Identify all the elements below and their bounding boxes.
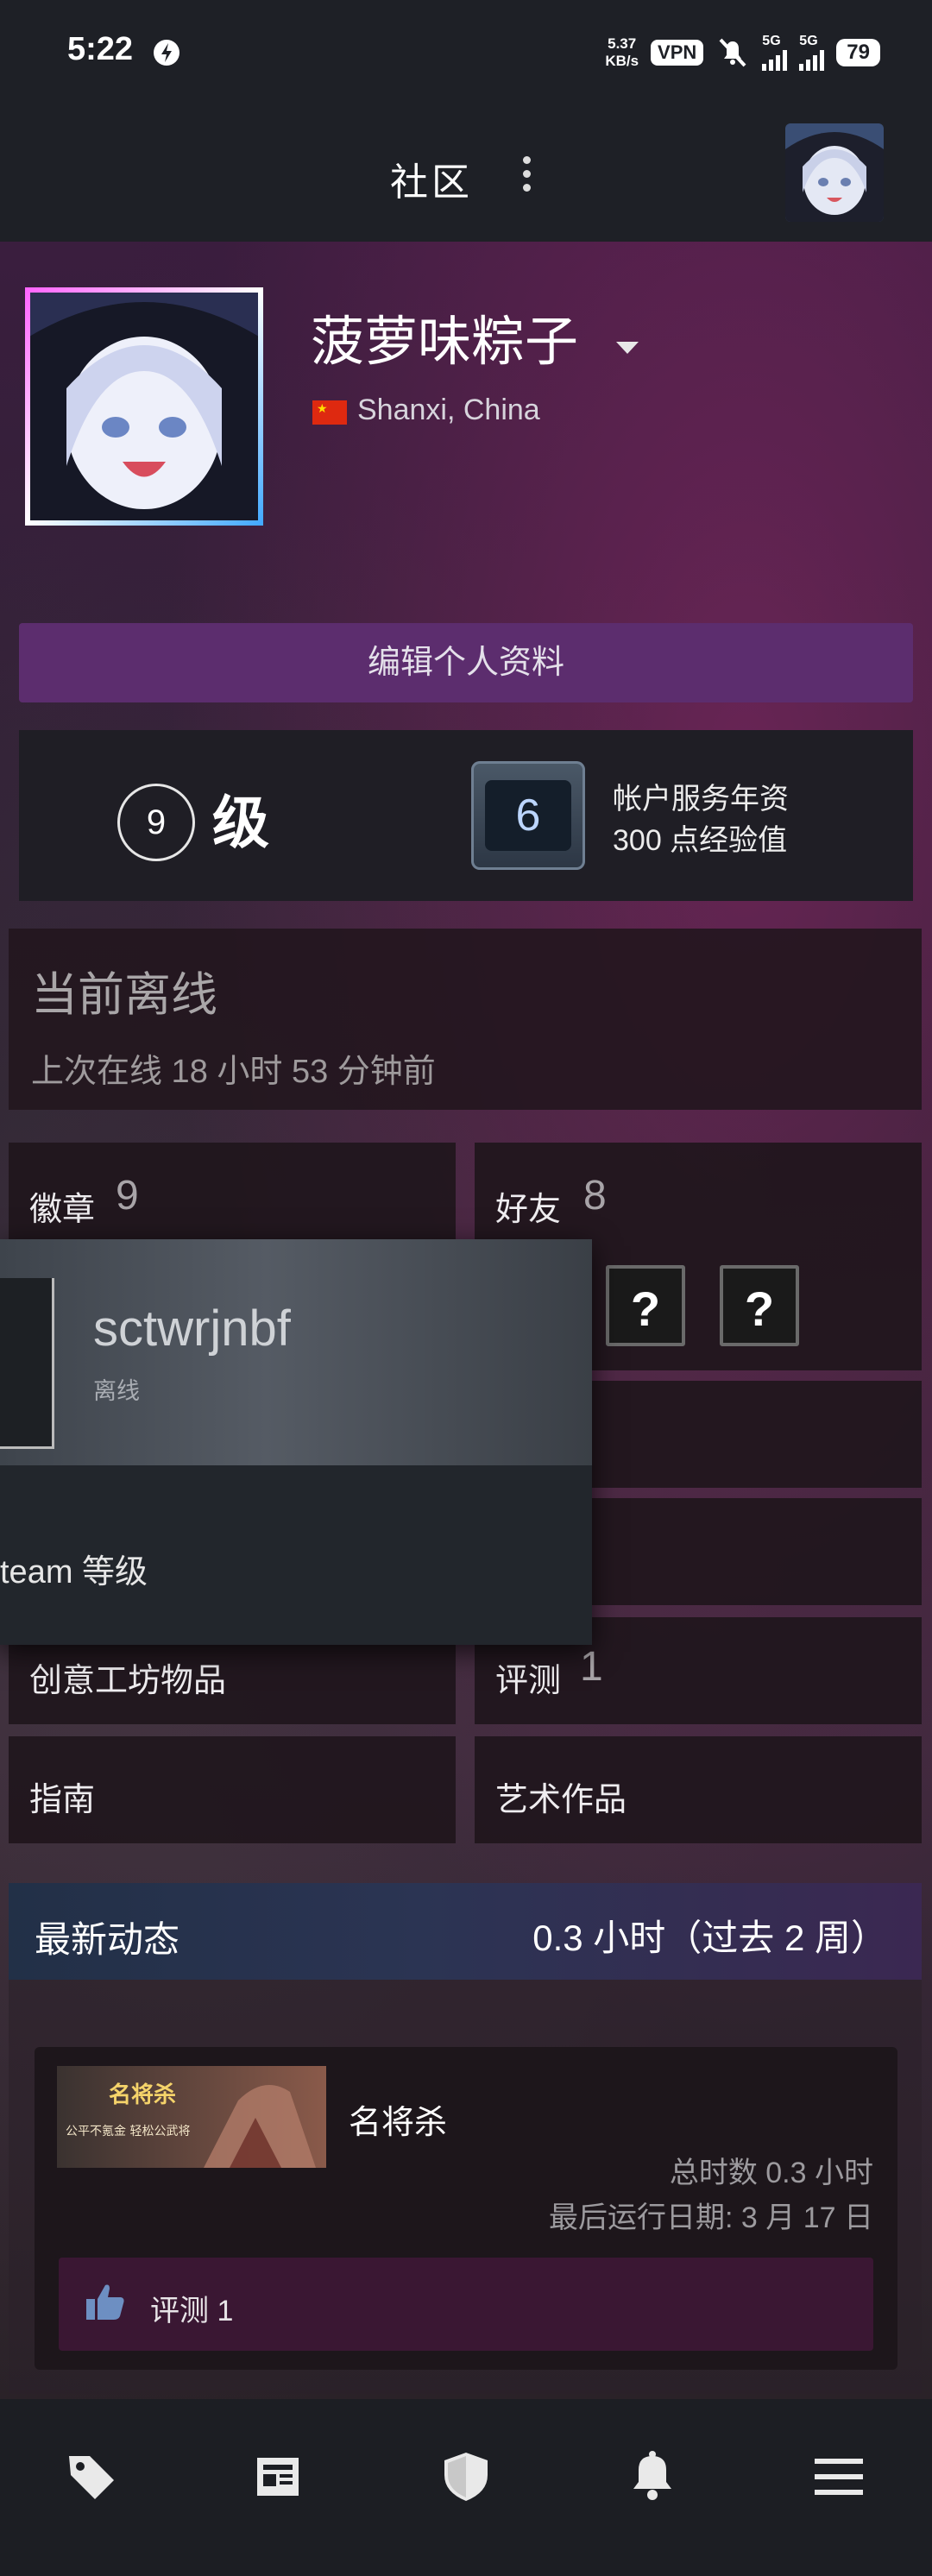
reviews-count: 1: [580, 1644, 603, 1690]
guides-label: 指南: [29, 1782, 96, 1818]
workshop-label: 创意工坊物品: [29, 1663, 227, 1699]
network-speed: 5.37 KB/s: [605, 35, 639, 69]
level-label: 级: [212, 790, 269, 854]
reviews-label: 评测: [495, 1663, 562, 1699]
status-time: 5:22: [67, 31, 134, 67]
status-indicators: 5.37 KB/s VPN 5G 5G 79: [605, 35, 880, 71]
badges-label: 徽章: [29, 1192, 96, 1228]
badges-count: 9: [116, 1173, 139, 1219]
china-flag-icon: ★: [312, 400, 347, 425]
user-avatar[interactable]: [785, 123, 884, 222]
battery-indicator: 79: [836, 39, 880, 66]
notifications-bell-icon[interactable]: [609, 2434, 696, 2520]
store-tag-icon[interactable]: [48, 2434, 135, 2520]
friend-avatar-unknown[interactable]: ?: [720, 1265, 799, 1346]
game-capsule-image[interactable]: 名将杀 公平不氪金 轻松公武将: [57, 2066, 326, 2168]
menu-icon[interactable]: [796, 2434, 882, 2520]
years-of-service-title: 帐户服务年资: [613, 783, 789, 816]
friends-count: 8: [583, 1173, 607, 1219]
recent-activity-hours: 0.3 小时（过去 2 周）: [532, 1918, 887, 1958]
page-title: 社区: [390, 161, 473, 204]
hover-card-header: [0, 1239, 592, 1465]
signal-2: 5G: [799, 35, 825, 71]
edit-profile-button[interactable]: 编辑个人资料: [19, 623, 913, 702]
news-icon[interactable]: [235, 2434, 321, 2520]
name-dropdown-icon[interactable]: [616, 342, 639, 354]
hover-card-name: sctwrjnbf: [93, 1301, 291, 1357]
game-name[interactable]: 名将杀: [349, 2095, 447, 2143]
level-badge[interactable]: 9: [117, 784, 195, 861]
vpn-badge: VPN: [651, 40, 704, 66]
guides-tile[interactable]: 指南: [9, 1736, 456, 1843]
thumbs-up-icon: [86, 2284, 124, 2320]
artwork-label: 艺术作品: [495, 1782, 627, 1818]
years-of-service-badge[interactable]: 6: [471, 761, 585, 870]
game-last-played: 最后运行日期: 3 月 17 日: [549, 2201, 873, 2234]
profile-name[interactable]: 菠萝味粽子: [311, 298, 578, 375]
data-saver-icon: [154, 40, 179, 66]
hover-card-avatar: [0, 1278, 54, 1449]
hover-card-level: team 等级: [0, 1554, 148, 1590]
status-bar: 5:22 5.37 KB/s VPN 5G 5G 79: [0, 0, 932, 108]
app-header: 社区: [0, 108, 932, 242]
game-review-label: 评测 1: [150, 2295, 234, 2327]
friends-label: 好友: [495, 1192, 562, 1228]
online-status-title: 当前离线: [31, 969, 217, 1021]
guard-shield-icon[interactable]: [423, 2434, 509, 2520]
last-online-text: 上次在线 18 小时 53 分钟前: [31, 1054, 436, 1090]
artwork-tile[interactable]: 艺术作品: [475, 1736, 922, 1843]
recent-activity-title: 最新动态: [35, 1919, 180, 1960]
friend-avatar-unknown[interactable]: ?: [606, 1265, 685, 1346]
years-badge-number: 6: [485, 780, 571, 851]
capsule-subtitle: 公平不氪金 轻松公武将: [66, 2125, 190, 2138]
profile-avatar[interactable]: [19, 285, 268, 533]
more-options-icon[interactable]: [518, 153, 535, 201]
hover-card-status: 离线: [93, 1378, 140, 1404]
mute-icon: [719, 38, 746, 67]
years-of-service-xp: 300 点经验值: [613, 824, 788, 857]
game-total-hours: 总时数 0.3 小时: [669, 2157, 873, 2189]
profile-location: Shanxi, China: [357, 394, 540, 426]
capsule-title: 名将杀: [109, 2082, 176, 2108]
signal-1: 5G: [762, 35, 788, 71]
